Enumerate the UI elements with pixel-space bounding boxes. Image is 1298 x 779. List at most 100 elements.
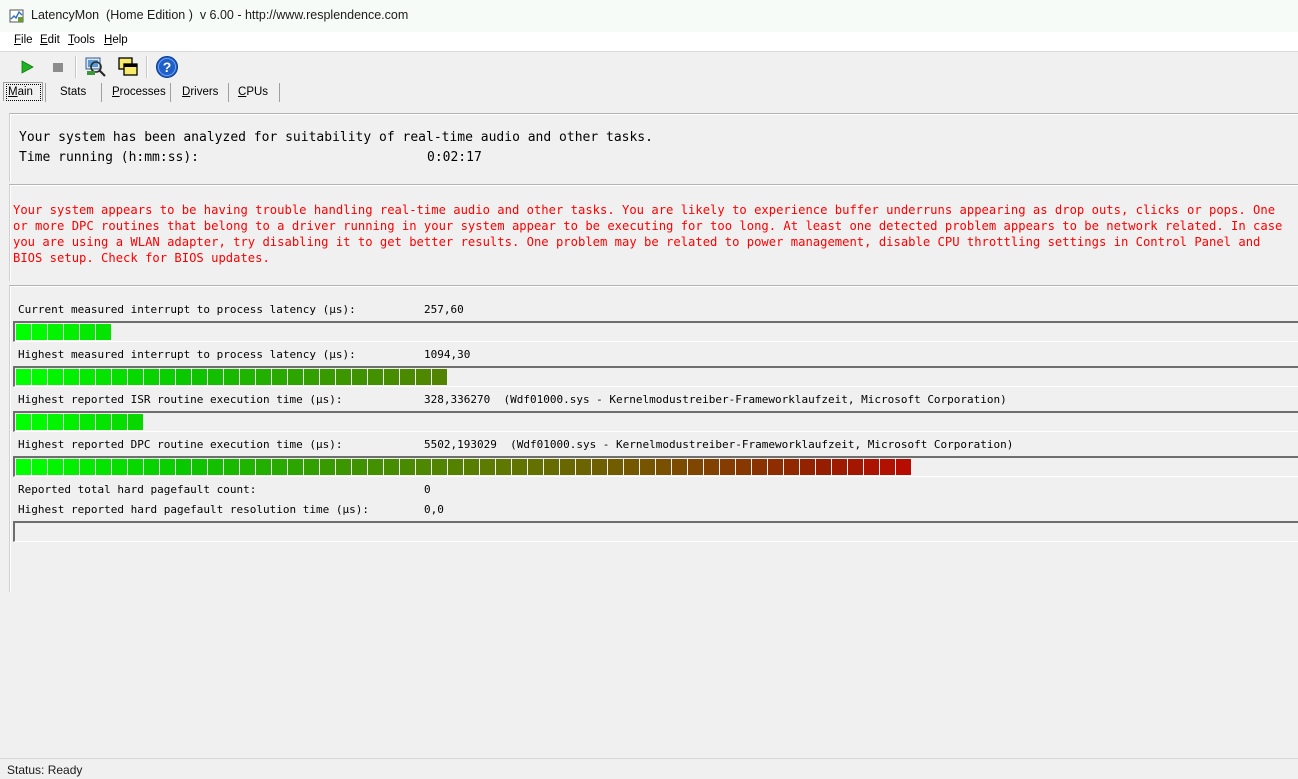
pagefault-time-label: Highest reported hard pagefault resoluti… xyxy=(18,503,369,516)
tab-main[interactable]: Main xyxy=(8,82,33,102)
bar-segment xyxy=(32,324,47,340)
bar-segment xyxy=(304,459,319,475)
tab-drivers-rest: rivers xyxy=(190,86,219,98)
latencymon-app-icon xyxy=(9,8,25,24)
bar-segment xyxy=(16,369,31,385)
bar-segment xyxy=(368,369,383,385)
bar-segment xyxy=(288,459,303,475)
bar-segment xyxy=(256,459,271,475)
bar-segment xyxy=(400,459,415,475)
bar-segment xyxy=(304,369,319,385)
bar-segment xyxy=(80,414,95,430)
bar-segment xyxy=(352,459,367,475)
title-bar: LatencyMon (Home Edition ) v 6.00 - http… xyxy=(0,0,1298,32)
bar-segment xyxy=(336,369,351,385)
stop-button[interactable] xyxy=(45,54,70,80)
help-button[interactable]: ? xyxy=(154,54,179,80)
bar-segment xyxy=(624,459,639,475)
bar-segment xyxy=(560,459,575,475)
analyze-icon xyxy=(85,57,106,77)
tab-stats[interactable]: Stats xyxy=(60,82,86,102)
bar-segment xyxy=(16,414,31,430)
highest-latency-label: Highest measured interrupt to process la… xyxy=(18,348,356,361)
bar-segment xyxy=(96,324,111,340)
bar-segment xyxy=(16,459,31,475)
bar-segment xyxy=(48,414,63,430)
tab-cpus[interactable]: CPUs xyxy=(238,82,268,102)
isr-time-bar xyxy=(13,411,1298,432)
summary-panel: Your system has been analyzed for suitab… xyxy=(9,113,1298,182)
tab-main-key: M xyxy=(8,86,18,98)
bar-segment xyxy=(48,324,63,340)
bar-segment xyxy=(176,459,191,475)
bar-segment xyxy=(128,459,143,475)
bar-segment xyxy=(800,459,815,475)
bar-segment xyxy=(240,459,255,475)
menu-edit[interactable]: Edit xyxy=(40,34,60,46)
analyze-button[interactable] xyxy=(83,54,108,80)
bar-segment xyxy=(224,459,239,475)
toolbar-separator xyxy=(75,56,77,78)
bar-segment xyxy=(608,459,623,475)
play-icon xyxy=(21,60,34,74)
menu-file-key: F xyxy=(14,34,22,46)
bar-segment xyxy=(336,459,351,475)
tab-processes[interactable]: Processes xyxy=(112,82,166,102)
bar-segment xyxy=(240,369,255,385)
bar-segment xyxy=(416,369,431,385)
menu-file[interactable]: File xyxy=(14,34,33,46)
toolbar-separator xyxy=(146,56,148,78)
bar-segment xyxy=(656,459,671,475)
bar-segment xyxy=(208,459,223,475)
bar-segment xyxy=(80,459,95,475)
isr-time-label: Highest reported ISR routine execution t… xyxy=(18,393,343,406)
dpc-time-value: 5502,193029 (Wdf01000.sys - Kernelmodust… xyxy=(424,438,1014,451)
bar-segment xyxy=(480,459,495,475)
bar-segment xyxy=(592,459,607,475)
isr-time-bar-fill xyxy=(16,414,144,430)
bar-segment xyxy=(208,369,223,385)
tab-bar: Main Stats Processes Drivers CPUs xyxy=(0,82,1298,103)
bar-segment xyxy=(880,459,895,475)
menu-help[interactable]: Help xyxy=(104,34,128,46)
bar-segment xyxy=(704,459,719,475)
bar-segment xyxy=(512,459,527,475)
menu-tools[interactable]: Tools xyxy=(68,34,95,46)
status-bar: Status: Ready xyxy=(0,758,1298,779)
start-button[interactable] xyxy=(14,54,39,80)
bar-segment xyxy=(32,414,47,430)
bar-segment xyxy=(144,459,159,475)
bar-segment xyxy=(464,459,479,475)
bar-segment xyxy=(768,459,783,475)
current-latency-bar-fill xyxy=(16,324,112,340)
warning-line-3: you are using a WLAN adapter, try disabl… xyxy=(13,235,1261,249)
bar-segment xyxy=(32,459,47,475)
bar-segment xyxy=(32,369,47,385)
bar-segment xyxy=(160,369,175,385)
warning-line-1: Your system appears to be having trouble… xyxy=(13,203,1276,217)
bar-segment xyxy=(192,369,207,385)
tab-main-rest: ain xyxy=(17,86,33,98)
bar-segment xyxy=(784,459,799,475)
bar-segment xyxy=(448,459,463,475)
bar-segment xyxy=(384,459,399,475)
tab-separator xyxy=(45,83,46,102)
stop-icon xyxy=(52,63,63,72)
pagefault-count-label: Reported total hard pagefault count: xyxy=(18,483,257,496)
tab-stats-label: Stats xyxy=(60,86,87,98)
bar-segment xyxy=(80,369,95,385)
dpc-time-label: Highest reported DPC routine execution t… xyxy=(18,438,343,451)
pagefault-count-value: 0 xyxy=(424,483,431,496)
tab-drivers[interactable]: Drivers xyxy=(182,82,218,102)
bar-segment xyxy=(736,459,751,475)
time-running-label: Time running (h:mm:ss): xyxy=(19,150,200,165)
current-latency-label: Current measured interrupt to process la… xyxy=(18,303,356,316)
warning-line-2: or more DPC routines that belong to a dr… xyxy=(13,219,1283,233)
bar-segment xyxy=(384,369,399,385)
bar-segment xyxy=(192,459,207,475)
bar-segment xyxy=(16,324,31,340)
windows-button[interactable] xyxy=(115,54,140,80)
summary-message: Your system has been analyzed for suitab… xyxy=(19,130,653,145)
bar-segment xyxy=(688,459,703,475)
menu-help-rest: elp xyxy=(112,34,128,46)
